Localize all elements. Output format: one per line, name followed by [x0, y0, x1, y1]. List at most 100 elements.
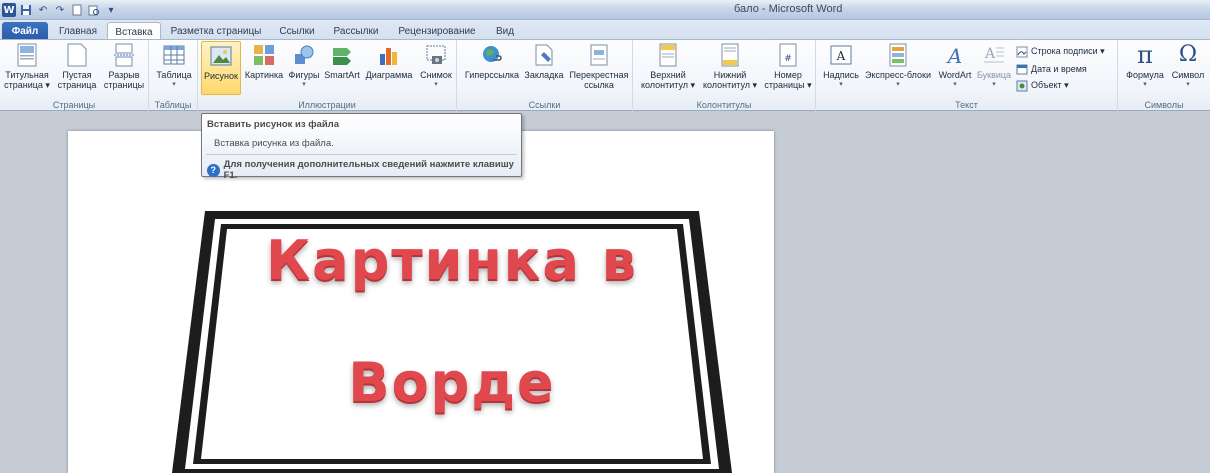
dropdown-arrow-icon: ▾	[896, 81, 900, 88]
tab-review[interactable]: Рецензирование	[390, 22, 484, 40]
wordart-button[interactable]: A WordArt ▾	[935, 43, 975, 90]
picture-tooltip: Вставить рисунок из файла Вставка рисунк…	[201, 113, 522, 181]
clipart-button[interactable]: Картинка	[243, 43, 285, 80]
word-logo-icon[interactable]: W	[2, 3, 16, 17]
table-button[interactable]: Таблица ▾	[153, 43, 195, 90]
page-break-button[interactable]: Разрыв страницы	[101, 43, 147, 90]
wordart-icon: A	[943, 43, 967, 67]
document-area[interactable]: Картинка в Ворде	[0, 111, 1210, 473]
customize-toolbar-icon[interactable]: ▾	[104, 3, 118, 17]
title-page-icon	[15, 43, 39, 67]
tab-home[interactable]: Главная	[52, 22, 104, 40]
title-page-button[interactable]: Титульная страница ▾	[3, 43, 51, 90]
shapes-button[interactable]: Фигуры ▾	[287, 43, 321, 90]
blank-page-icon	[65, 43, 89, 67]
header-icon	[656, 43, 680, 67]
group-pages: Титульная страница ▾ Пустая страница Раз…	[0, 40, 149, 111]
textbox-icon: A	[829, 43, 853, 67]
dropcap-icon: A	[982, 43, 1006, 67]
screenshot-button[interactable]: Снимок ▾	[417, 43, 455, 90]
calendar-icon	[1016, 63, 1028, 75]
group-label-links: Ссылки	[528, 100, 561, 110]
bookmark-icon	[532, 43, 556, 67]
smartart-button[interactable]: SmartArt	[323, 43, 361, 80]
page-number-button[interactable]: # Номер страницы ▾	[762, 43, 814, 90]
help-icon: ?	[207, 163, 220, 177]
pi-icon: π	[1137, 41, 1153, 69]
quick-parts-button[interactable]: Экспресс-блоки ▾	[863, 43, 933, 90]
textbox-button[interactable]: A Надпись ▾	[820, 43, 862, 90]
tab-mailings[interactable]: Рассылки	[328, 22, 384, 40]
chart-button[interactable]: Диаграмма	[363, 43, 415, 80]
ribbon: Титульная страница ▾ Пустая страница Раз…	[0, 39, 1210, 111]
bookmark-button[interactable]: Закладка	[523, 43, 565, 80]
date-time-button[interactable]: Дата и время	[1016, 61, 1087, 76]
dropcap-button[interactable]: A Буквица ▾	[976, 43, 1012, 90]
group-label-headers-footers: Колонтитулы	[696, 100, 752, 110]
shapes-icon	[292, 43, 316, 67]
dropdown-arrow-icon: ▾	[839, 81, 843, 88]
tooltip-help: ? Для получения дополнительных сведений …	[207, 159, 521, 181]
page-number-icon: #	[776, 43, 800, 67]
object-icon	[1016, 80, 1028, 92]
print-preview-icon[interactable]	[87, 3, 101, 17]
group-label-tables: Таблицы	[154, 100, 192, 110]
tooltip-help-text: Для получения дополнительных сведений на…	[223, 159, 514, 181]
blank-page-button[interactable]: Пустая страница	[54, 43, 100, 90]
redo-icon[interactable]: ↷	[53, 3, 67, 17]
chart-icon	[377, 43, 401, 67]
document-page[interactable]: Картинка в Ворде	[68, 131, 774, 473]
tab-view[interactable]: Вид	[490, 22, 520, 40]
picture-icon	[209, 44, 233, 68]
picture-text-line-1: Картинка в	[266, 229, 638, 292]
equation-button[interactable]: π Формула ▾	[1123, 43, 1167, 90]
clipart-icon	[252, 43, 276, 67]
group-tables: Таблица ▾ Таблицы	[149, 40, 198, 111]
group-links: Гиперссылка Закладка Перекрестная ссылка…	[457, 40, 633, 111]
footer-icon	[718, 43, 742, 67]
signature-line-button[interactable]: Строка подписи ▾	[1016, 44, 1105, 59]
inserted-picture[interactable]: Картинка в Ворде	[172, 211, 732, 473]
symbol-button[interactable]: Ω Символ ▾	[1168, 43, 1208, 90]
group-label-pages: Страницы	[52, 100, 96, 110]
dropdown-arrow-icon: ▾	[172, 81, 176, 88]
picture-button[interactable]: Рисунок	[201, 41, 241, 95]
dropdown-arrow-icon: ▾	[302, 81, 306, 88]
table-icon	[162, 43, 186, 67]
svg-text:#: #	[784, 54, 792, 64]
group-symbols: π Формула ▾ Ω Символ ▾ Символы	[1118, 40, 1210, 111]
title-bar: W ↶ ↷ ▾ бало - Microsoft Word	[0, 0, 1210, 20]
group-label-illustrations: Иллюстрации	[298, 100, 356, 110]
svg-text:A: A	[836, 49, 846, 63]
hyperlink-button[interactable]: Гиперссылка	[463, 43, 521, 80]
picture-text-line-2: Ворде	[348, 351, 556, 414]
header-button[interactable]: Верхний колонтитул ▾	[638, 43, 698, 90]
save-icon[interactable]	[19, 3, 33, 17]
tooltip-description: Вставка рисунка из файла.	[214, 138, 334, 149]
group-headers-footers: Верхний колонтитул ▾ Нижний колонтитул ▾…	[633, 40, 816, 111]
tab-page-layout[interactable]: Разметка страницы	[166, 22, 266, 40]
object-button[interactable]: Объект ▾	[1016, 78, 1069, 93]
undo-icon[interactable]: ↶	[36, 3, 50, 17]
signature-icon	[1016, 46, 1028, 58]
tab-file[interactable]: Файл	[2, 22, 48, 40]
dropdown-arrow-icon: ▾	[953, 81, 957, 88]
smartart-icon	[330, 43, 354, 67]
tab-references[interactable]: Ссылки	[272, 22, 322, 40]
footer-button[interactable]: Нижний колонтитул ▾	[700, 43, 760, 90]
window-title: бало - Microsoft Word	[734, 3, 843, 15]
new-document-icon[interactable]	[70, 3, 84, 17]
page-break-icon	[112, 43, 136, 67]
dropdown-arrow-icon: ▾	[992, 81, 996, 88]
svg-text:A: A	[946, 44, 962, 66]
quick-parts-icon	[886, 43, 910, 67]
svg-text:A: A	[984, 46, 996, 62]
group-illustrations: Рисунок Картинка Фигуры ▾ SmartArt Диагр…	[198, 40, 457, 111]
quick-access-toolbar: W ↶ ↷ ▾	[2, 2, 118, 18]
ribbon-tabs: Файл Главная Вставка Разметка страницы С…	[0, 20, 1210, 41]
dropdown-arrow-icon: ▾	[1186, 81, 1190, 88]
group-label-text: Текст	[955, 100, 978, 110]
cross-reference-button[interactable]: Перекрестная ссылка	[567, 43, 631, 90]
cross-reference-icon	[587, 43, 611, 67]
globe-link-icon	[480, 43, 504, 67]
